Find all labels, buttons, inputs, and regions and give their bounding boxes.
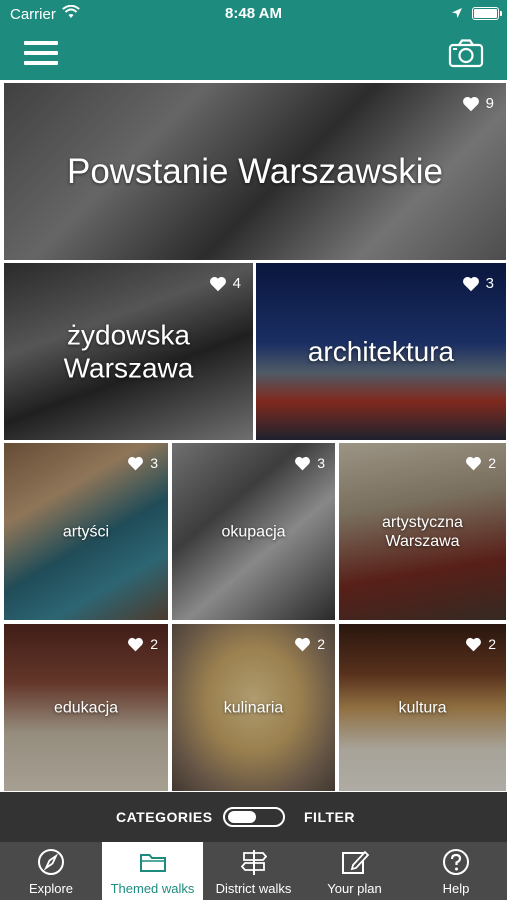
tab-your-plan[interactable]: Your plan	[304, 842, 405, 900]
likes-count: 2	[488, 455, 496, 471]
category-tile-artysci[interactable]: 3 artyści	[4, 443, 168, 620]
heart-icon	[462, 96, 479, 111]
signpost-icon	[240, 850, 267, 875]
likes-count: 3	[150, 455, 158, 471]
categories-filter-toggle-bar: CATEGORIES FILTER	[0, 792, 507, 842]
tile-label: architektura	[307, 335, 455, 367]
category-tile-artystyczna-warszawa[interactable]: 2 artystyczna Warszawa	[339, 443, 506, 620]
likes-count: 3	[317, 455, 325, 471]
category-tile-kulinaria[interactable]: 2 kulinaria	[172, 624, 335, 791]
category-tile-architektura[interactable]: 3 architektura	[256, 263, 506, 440]
tile-label: artystyczna Warszawa	[382, 513, 463, 550]
heart-icon	[462, 276, 479, 291]
likes-count: 4	[232, 275, 241, 292]
tab-help[interactable]: Help	[405, 842, 507, 900]
category-tile-okupacja[interactable]: 3 okupacja	[172, 443, 335, 620]
heart-icon	[209, 276, 226, 291]
edit-plan-icon	[341, 850, 369, 874]
clock: 8:48 AM	[225, 5, 282, 22]
likes-count: 9	[485, 95, 494, 112]
likes-count: 2	[150, 636, 158, 652]
likes-counter: 2	[465, 636, 496, 652]
category-tile-powstanie-warszawskie[interactable]: 9 Powstanie Warszawskie	[4, 83, 506, 260]
nav-bar	[0, 28, 507, 80]
category-tile-kultura[interactable]: 2 kultura	[339, 624, 506, 791]
camera-icon[interactable]	[448, 38, 484, 68]
filter-label[interactable]: FILTER	[304, 809, 355, 825]
tile-label: edukacja	[53, 698, 119, 716]
heart-icon	[295, 637, 311, 651]
tab-label: Your plan	[327, 881, 382, 896]
heart-icon	[128, 637, 144, 651]
likes-count: 2	[488, 636, 496, 652]
tile-label: żydowska Warszawa	[63, 318, 194, 384]
status-bar: Carrier 8:48 AM	[0, 0, 507, 28]
help-icon	[443, 849, 469, 875]
battery-icon	[472, 7, 502, 20]
tab-label: Help	[442, 881, 470, 896]
likes-counter: 2	[127, 636, 158, 652]
heart-icon	[295, 456, 311, 470]
tile-label: kultura	[398, 698, 447, 716]
tab-label: Themed walks	[110, 881, 195, 896]
likes-counter: 2	[465, 455, 496, 471]
folder-icon	[139, 854, 166, 872]
tile-label: kulinaria	[223, 698, 284, 716]
tile-label: okupacja	[221, 522, 286, 540]
likes-counter: 3	[127, 455, 158, 471]
toggle-knob	[228, 811, 256, 823]
location-arrow-icon	[452, 8, 462, 18]
category-tile-zydowska-warszawa[interactable]: 4 żydowska Warszawa	[4, 263, 253, 440]
tab-label: Explore	[28, 881, 74, 896]
heart-icon	[466, 456, 482, 470]
categories-filter-toggle[interactable]	[223, 807, 285, 827]
likes-counter: 3	[294, 455, 325, 471]
categories-label[interactable]: CATEGORIES	[116, 809, 213, 825]
tab-district-walks[interactable]: District walks	[203, 842, 304, 900]
category-tile-edukacja[interactable]: 2 edukacja	[4, 624, 168, 791]
tab-label: District walks	[215, 881, 292, 896]
heart-icon	[466, 637, 482, 651]
likes-count: 2	[317, 636, 325, 652]
compass-icon	[38, 849, 64, 875]
hamburger-menu-icon[interactable]	[24, 39, 58, 67]
tile-label: Powstanie Warszawskie	[66, 151, 444, 191]
likes-count: 3	[485, 275, 494, 292]
likes-counter: 9	[462, 95, 494, 112]
tab-explore[interactable]: Explore	[0, 842, 102, 900]
tab-themed-walks[interactable]: Themed walks	[102, 842, 203, 900]
tile-label: artyści	[62, 522, 110, 540]
likes-counter: 2	[294, 636, 325, 652]
likes-counter: 3	[462, 275, 494, 292]
likes-counter: 4	[209, 275, 241, 292]
heart-icon	[128, 456, 144, 470]
tab-bar: Explore Themed walks District walks Your…	[0, 842, 507, 900]
